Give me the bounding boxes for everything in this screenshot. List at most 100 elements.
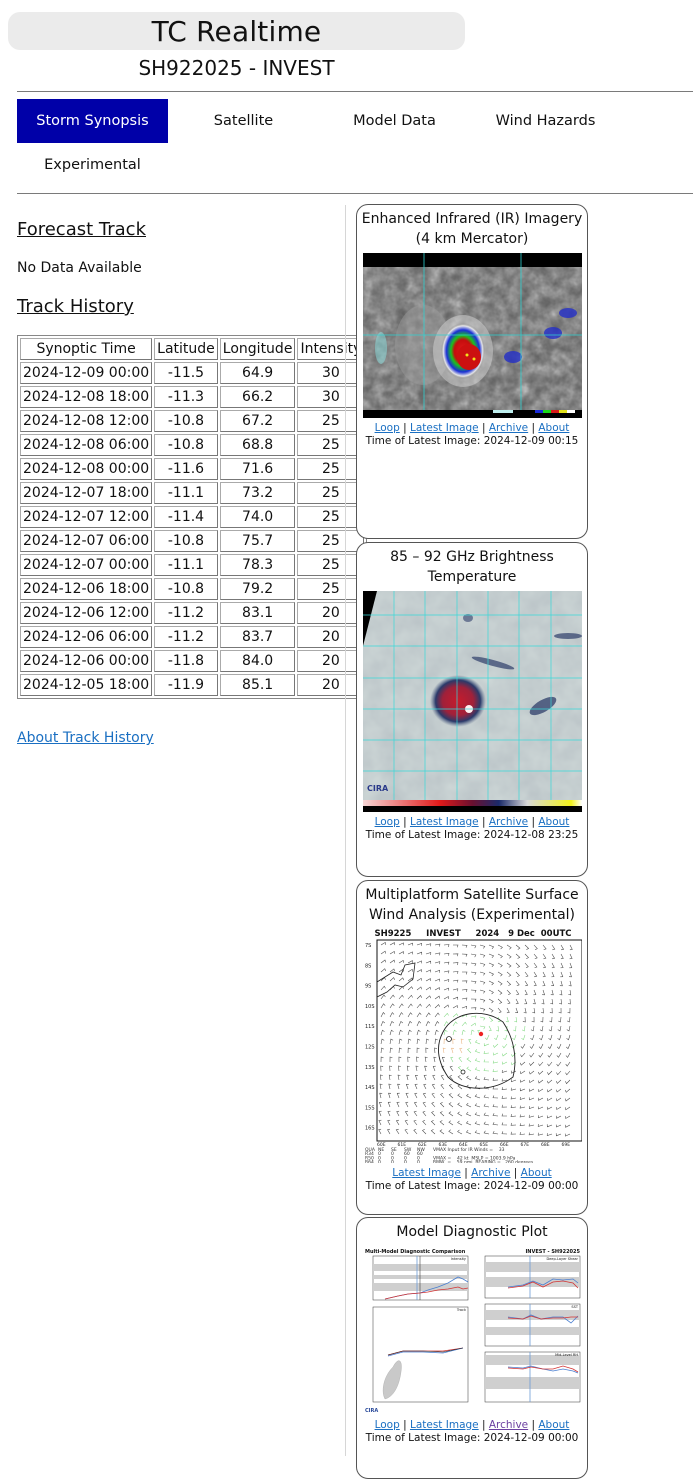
archive-link[interactable]: Archive: [489, 422, 528, 434]
cell-synoptic-time: 2024-12-06 00:00: [20, 650, 153, 672]
tab-storm-synopsis[interactable]: Storm Synopsis: [17, 99, 168, 143]
latest-image-link[interactable]: Latest Image: [410, 816, 479, 828]
plot-title-left: Multi-Model Diagnostic Comparison: [365, 1249, 466, 1255]
cell-synoptic-time: 2024-12-08 00:00: [20, 458, 153, 480]
tab-experimental[interactable]: Experimental: [17, 143, 168, 187]
model-diagnostic-image[interactable]: Multi-Model Diagnostic Comparison INVEST…: [362, 1246, 582, 1415]
header-divider: [17, 91, 693, 92]
lat-tick-label: 10S: [365, 1004, 375, 1010]
panel-title: Mid-Level RH: [555, 1353, 578, 1357]
tab-model-data[interactable]: Model Data: [319, 99, 470, 143]
forecast-track-status: No Data Available: [17, 260, 142, 276]
latest-image-time: Time of Latest Image: 2024-12-09 00:00: [365, 1180, 579, 1192]
latest-image-link[interactable]: Latest Image: [410, 422, 479, 434]
cell-longitude: 64.9: [219, 362, 296, 384]
track-history-table: Synoptic Time Latitude Longitude Intensi…: [17, 335, 368, 699]
about-track-history-link[interactable]: About Track History: [17, 730, 154, 746]
about-link[interactable]: About: [521, 1167, 552, 1179]
cell-longitude: 67.2: [219, 410, 296, 432]
archive-link[interactable]: Archive: [471, 1167, 510, 1179]
column-header-intensity: Intensity: [297, 338, 365, 360]
cell-latitude: -11.8: [154, 650, 218, 672]
panel-title: SST: [571, 1305, 578, 1309]
archive-link[interactable]: Archive: [489, 1419, 528, 1431]
ir-imagery-card: Enhanced Infrared (IR) Imagery (4 km Mer…: [356, 204, 588, 539]
cell-longitude: 73.2: [219, 482, 296, 504]
lat-tick-label: 9S: [365, 984, 371, 990]
wind-note: RMW = 59 nmi BEARING = 260 degrees: [433, 1160, 534, 1163]
surface-wind-analysis-image[interactable]: SH9225 INVEST 2024 9 Dec 00UTC 7S 8S 9S 10S…: [363, 927, 582, 1163]
cell-longitude: 68.8: [219, 434, 296, 456]
column-header-longitude: Longitude: [219, 338, 296, 360]
about-link[interactable]: About: [538, 422, 569, 434]
track-history-row: 2024-12-05 18:00 -11.9 85.1 20: [20, 674, 365, 696]
track-history-row: 2024-12-07 06:00 -10.8 75.7 25: [20, 530, 365, 552]
track-history-row: 2024-12-06 06:00 -11.2 83.7 20: [20, 626, 365, 648]
track-history-row: 2024-12-08 18:00 -11.3 66.2 30: [20, 386, 365, 408]
intensity-panel: Intensity: [372, 1255, 468, 1300]
track-history-row: 2024-12-07 12:00 -11.4 74.0 25: [20, 506, 365, 528]
track-history-heading: Track History: [17, 296, 134, 317]
loop-link[interactable]: Loop: [375, 422, 400, 434]
microwave-image[interactable]: CIRA: [362, 591, 582, 812]
cell-intensity: 25: [297, 506, 365, 528]
shear-panel: Deep-Layer Shear: [484, 1255, 580, 1298]
latest-image-link[interactable]: Latest Image: [410, 1419, 479, 1431]
radii-cell: 0: [391, 1160, 394, 1163]
track-history-row: 2024-12-06 12:00 -11.2 83.1 20: [20, 602, 365, 624]
cell-intensity: 25: [297, 530, 365, 552]
track-panel: Track: [372, 1306, 468, 1402]
ir-satellite-image[interactable]: [362, 253, 582, 418]
about-link[interactable]: About: [538, 1419, 569, 1431]
cell-latitude: -10.8: [154, 410, 218, 432]
loop-link[interactable]: Loop: [375, 816, 400, 828]
cell-intensity: 20: [297, 602, 365, 624]
track-history-row: 2024-12-06 18:00 -10.8 79.2 25: [20, 578, 365, 600]
cell-synoptic-time: 2024-12-08 18:00: [20, 386, 153, 408]
about-link[interactable]: About: [538, 816, 569, 828]
card-title: 85 – 92 GHz Brightness Temperature: [390, 549, 554, 585]
cell-latitude: -11.9: [154, 674, 218, 696]
svg-text:CIRA: CIRA: [367, 784, 389, 793]
track-history-row: 2024-12-07 00:00 -11.1 78.3 25: [20, 554, 365, 576]
latest-image-link[interactable]: Latest Image: [392, 1167, 461, 1179]
cell-synoptic-time: 2024-12-07 12:00: [20, 506, 153, 528]
cell-synoptic-time: 2024-12-07 06:00: [20, 530, 153, 552]
cell-synoptic-time: 2024-12-05 18:00: [20, 674, 153, 696]
cell-latitude: -11.5: [154, 362, 218, 384]
cell-intensity: 25: [297, 410, 365, 432]
cell-longitude: 78.3: [219, 554, 296, 576]
surface-wind-card: Multiplatform Satellite Surface Wind Ana…: [356, 880, 588, 1215]
archive-link[interactable]: Archive: [489, 816, 528, 828]
tab-satellite[interactable]: Satellite: [168, 99, 319, 143]
cell-longitude: 83.1: [219, 602, 296, 624]
lon-tick-label: 67E: [520, 1142, 529, 1148]
cell-synoptic-time: 2024-12-06 12:00: [20, 602, 153, 624]
lat-tick-label: 13S: [365, 1065, 375, 1071]
app-title: TC Realtime: [151, 15, 322, 48]
latest-image-time: Time of Latest Image: 2024-12-09 00:15: [365, 435, 579, 447]
cell-synoptic-time: 2024-12-07 00:00: [20, 554, 153, 576]
cell-latitude: -11.2: [154, 602, 218, 624]
ir-card-links: Loop | Latest Image | Archive | About: [374, 422, 570, 434]
loop-link[interactable]: Loop: [375, 1419, 400, 1431]
latest-image-time: Time of Latest Image: 2024-12-09 00:00: [365, 1431, 579, 1444]
panel-title: Deep-Layer Shear: [546, 1257, 578, 1261]
panel-title: Track: [455, 1308, 466, 1312]
cell-longitude: 66.2: [219, 386, 296, 408]
cell-latitude: -10.8: [154, 530, 218, 552]
track-history-row: 2024-12-07 18:00 -11.1 73.2 25: [20, 482, 365, 504]
wind-card-links: Latest Image | Archive | About: [392, 1167, 552, 1179]
lat-tick-label: 7S: [365, 943, 371, 949]
panel-title: Intensity: [450, 1257, 465, 1261]
cell-longitude: 83.7: [219, 626, 296, 648]
tab-wind-hazards[interactable]: Wind Hazards: [470, 99, 621, 143]
lat-tick-label: 15S: [365, 1105, 375, 1111]
cell-intensity: 25: [297, 482, 365, 504]
cell-synoptic-time: 2024-12-06 18:00: [20, 578, 153, 600]
cell-synoptic-time: 2024-12-06 06:00: [20, 626, 153, 648]
microwave-card: 85 – 92 GHz Brightness Temperature CIRA …: [356, 542, 588, 877]
radii-cell: 0: [378, 1160, 381, 1163]
cell-synoptic-time: 2024-12-08 12:00: [20, 410, 153, 432]
lat-tick-label: 11S: [365, 1024, 375, 1030]
